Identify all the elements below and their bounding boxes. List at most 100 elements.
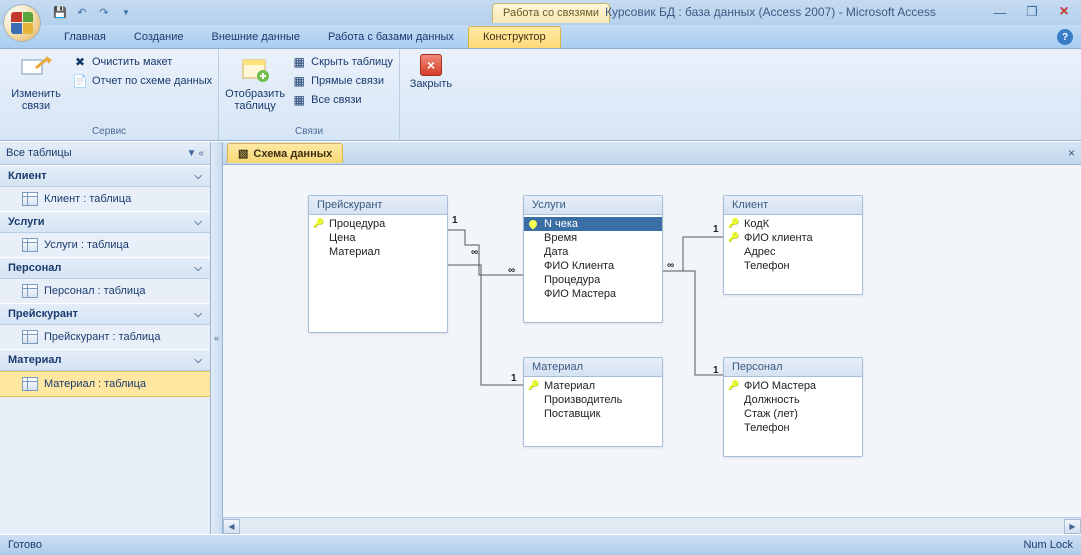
hide-table-label: Скрыть таблицу [311,56,393,68]
direct-relationships-button[interactable]: ▦Прямые связи [291,73,393,89]
close-icon: × [420,54,442,76]
scroll-track[interactable] [240,519,1064,534]
direct-rel-label: Прямые связи [311,75,384,87]
field-date[interactable]: Дата [524,245,662,259]
quick-access-toolbar: 💾 ↶ ↷ ▼ [52,5,134,21]
field-experience[interactable]: Стаж (лет) [724,407,862,421]
show-table-icon [239,54,271,86]
tab-create[interactable]: Создание [120,27,198,48]
tab-dbtools[interactable]: Работа с базами данных [314,27,468,48]
clear-layout-icon: ✖ [72,54,88,70]
chevron-up-icon: ⌵ [194,263,202,274]
group-relationships-label: Связи [225,124,393,140]
tab-design[interactable]: Конструктор [468,26,561,48]
help-icon[interactable]: ? [1057,29,1073,45]
nav-group-pricelist-label: Прейскурант [8,308,78,320]
doc-tab-label: Схема данных [253,148,332,160]
save-icon[interactable]: 💾 [52,5,68,21]
field-material[interactable]: Материал [524,379,662,393]
nav-item-material-label: Материал : таблица [44,378,146,390]
nav-item-staff-table[interactable]: Персонал : таблица [0,279,210,303]
ribbon-tabs: Главная Создание Внешние данные Работа с… [0,25,1081,49]
nav-group-services[interactable]: Услуги⌵ [0,211,210,233]
ribbon-group-tools: Изменить связи ✖Очистить макет 📄Отчет по… [0,49,219,140]
nav-group-client[interactable]: Клиент⌵ [0,165,210,187]
field-price[interactable]: Цена [309,231,447,245]
show-table-button[interactable]: Отобразить таблицу [225,52,285,112]
field-procedure[interactable]: Процедура [524,273,662,287]
table-header-pricelist: Прейскурант [309,196,447,215]
relationships-canvas[interactable]: 1 ∞ ∞ 1 ∞ 1 1 Прейскурант Процедура Цена… [223,165,1081,517]
group-close-label [406,124,456,140]
table-box-services[interactable]: Услуги N чека Время Дата ФИО Клиента Про… [523,195,663,323]
office-button[interactable] [3,4,41,42]
qat-dropdown-icon[interactable]: ▼ [118,5,134,21]
nav-item-pricelist-label: Прейскурант : таблица [44,331,160,343]
table-box-pricelist[interactable]: Прейскурант Процедура Цена Материал [308,195,448,333]
report-icon: 📄 [72,73,88,89]
table-box-staff[interactable]: Персонал ФИО Мастера Должность Стаж (лет… [723,357,863,457]
close-relationships-button[interactable]: × Закрыть [406,52,456,90]
nav-group-client-label: Клиент [8,170,47,182]
nav-item-services-table[interactable]: Услуги : таблица [0,233,210,257]
close-button[interactable]: × [1053,4,1075,20]
table-box-material[interactable]: Материал Материал Производитель Поставщи… [523,357,663,447]
clear-layout-button[interactable]: ✖Очистить макет [72,54,212,70]
nav-header[interactable]: Все таблицы ▼ « [0,142,210,165]
rel-cardinality-1: 1 [452,215,458,226]
field-material[interactable]: Материал [309,245,447,259]
field-position[interactable]: Должность [724,393,862,407]
redo-icon[interactable]: ↷ [96,5,112,21]
doc-close-button[interactable]: × [1068,146,1075,160]
table-box-client[interactable]: Клиент КодК ФИО клиента Адрес Телефон [723,195,863,295]
tab-external[interactable]: Внешние данные [198,27,314,48]
field-procedure[interactable]: Процедура [309,217,447,231]
show-table-label: Отобразить таблицу [225,88,285,112]
nav-item-material-table[interactable]: Материал : таблица [0,371,210,397]
field-client-fio[interactable]: ФИО клиента [724,231,862,245]
relationships-icon: ▧ [238,147,248,160]
navigation-pane: Все таблицы ▼ « Клиент⌵ Клиент : таблица… [0,142,211,534]
hide-table-button[interactable]: ▦Скрыть таблицу [291,54,393,70]
doc-tab-schema[interactable]: ▧ Схема данных [227,143,343,163]
field-manufacturer[interactable]: Производитель [524,393,662,407]
status-numlock: Num Lock [1023,539,1073,551]
nav-group-material[interactable]: Материал⌵ [0,349,210,371]
restore-button[interactable]: ❐ [1021,4,1043,20]
window-title: Курсовик БД : база данных (Access 2007) … [605,5,936,19]
field-kodk[interactable]: КодК [724,217,862,231]
field-master-fio[interactable]: ФИО Мастера [524,287,662,301]
ribbon-group-relationships: Отобразить таблицу ▦Скрыть таблицу ▦Прям… [219,49,400,140]
field-check-number[interactable]: N чека [524,217,662,231]
edit-relationships-button[interactable]: Изменить связи [6,52,66,112]
scroll-right-button[interactable]: ▶ [1064,519,1081,534]
field-master-fio[interactable]: ФИО Мастера [724,379,862,393]
field-client-fio[interactable]: ФИО Клиента [524,259,662,273]
field-address[interactable]: Адрес [724,245,862,259]
scroll-left-button[interactable]: ◀ [223,519,240,534]
table-icon [22,284,38,298]
field-time[interactable]: Время [524,231,662,245]
chevron-up-icon: ⌵ [194,355,202,366]
undo-icon[interactable]: ↶ [74,5,90,21]
nav-item-client-table[interactable]: Клиент : таблица [0,187,210,211]
nav-group-staff[interactable]: Персонал⌵ [0,257,210,279]
field-supplier[interactable]: Поставщик [524,407,662,421]
field-phone[interactable]: Телефон [724,259,862,273]
tab-home[interactable]: Главная [50,27,120,48]
nav-dropdown-icon[interactable]: ▼ [187,148,197,159]
context-tab-relations[interactable]: Работа со связями [492,3,610,23]
relationship-report-button[interactable]: 📄Отчет по схеме данных [72,73,212,89]
minimize-button[interactable]: — [989,4,1011,20]
table-header-client: Клиент [724,196,862,215]
nav-collapse-icon[interactable]: « [198,148,204,159]
all-relationships-button[interactable]: ▦Все связи [291,92,393,108]
table-icon [22,330,38,344]
nav-item-pricelist-table[interactable]: Прейскурант : таблица [0,325,210,349]
horizontal-scrollbar[interactable]: ◀ ▶ [223,517,1081,534]
rel-cardinality-inf: ∞ [508,265,515,276]
nav-group-pricelist[interactable]: Прейскурант⌵ [0,303,210,325]
field-phone[interactable]: Телефон [724,421,862,435]
shutter-bar[interactable]: « [211,142,223,534]
edit-relationships-icon [20,54,52,86]
